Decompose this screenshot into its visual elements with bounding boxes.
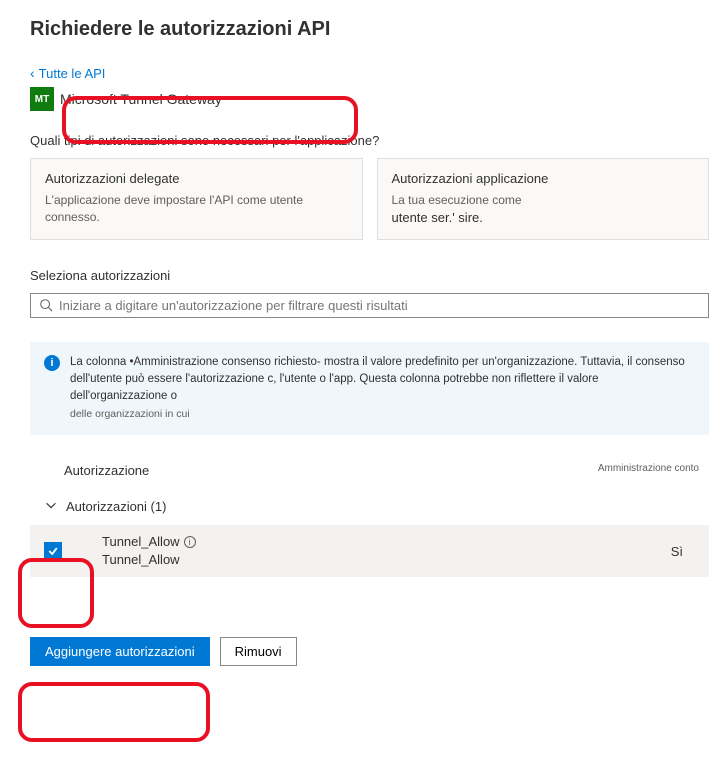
permission-admin-consent-value: Sì — [671, 544, 699, 559]
breadcrumb-all-apis[interactable]: ‹ Tutte le API — [30, 65, 709, 81]
permission-name-cell: Tunnel_Allow i Tunnel_Allow — [102, 533, 671, 569]
col-permission: Autorizzazione — [64, 463, 149, 478]
info-banner: i La colonna •Amministrazione consenso r… — [30, 342, 709, 435]
select-permissions-label: Seleziona autorizzazioni — [30, 268, 709, 283]
application-permissions-card[interactable]: Autorizzazioni applicazione La tua esecu… — [377, 158, 710, 240]
add-permissions-button[interactable]: Aggiungere autorizzazioni — [30, 637, 210, 666]
highlight-add-button — [18, 682, 210, 742]
delegated-card-title: Autorizzazioni delegate — [45, 171, 348, 186]
info-text-small: delle organizzazioni in cui — [70, 408, 190, 420]
breadcrumb-label: Tutte le API — [39, 66, 106, 81]
selected-api: MT Microsoft Tunnel Gateway — [30, 87, 709, 111]
search-icon — [39, 298, 53, 312]
chevron-down-icon — [44, 498, 58, 515]
action-buttons: Aggiungere autorizzazioni Rimuovi — [30, 637, 709, 666]
api-name: Microsoft Tunnel Gateway — [60, 91, 222, 107]
application-card-desc-line1: La tua esecuzione come — [392, 193, 522, 207]
application-card-desc-line2: utente ser.' sire. — [392, 210, 483, 225]
chevron-left-icon: ‹ — [30, 65, 35, 81]
delegated-permissions-card[interactable]: Autorizzazioni delegate L'applicazione d… — [30, 158, 363, 240]
permission-name: Tunnel_Allow — [102, 533, 180, 551]
application-card-title: Autorizzazioni applicazione — [392, 171, 695, 186]
search-input[interactable] — [59, 298, 700, 313]
api-icon: MT — [30, 87, 54, 111]
page-title: Richiedere le autorizzazioni API — [30, 18, 709, 41]
permissions-table-header: Autorizzazione Amministrazione conto — [30, 457, 709, 488]
application-card-desc: La tua esecuzione come utente ser.' sire… — [392, 192, 695, 227]
col-admin-consent: Amministrazione conto — [598, 463, 699, 478]
permission-checkbox[interactable] — [44, 542, 62, 560]
permission-desc: Tunnel_Allow — [102, 551, 671, 569]
permissions-group-toggle[interactable]: Autorizzazioni (1) — [30, 488, 709, 525]
panel-root: Richiedere le autorizzazioni API ‹ Tutte… — [30, 18, 709, 666]
delegated-card-desc: L'applicazione deve impostare l'API come… — [45, 192, 348, 226]
permission-row-tunnel-allow[interactable]: Tunnel_Allow i Tunnel_Allow Sì — [30, 525, 709, 577]
permissions-group-label: Autorizzazioni (1) — [66, 499, 166, 514]
remove-button[interactable]: Rimuovi — [220, 637, 297, 666]
permission-type-question: Quali tipi di autorizzazioni sono necess… — [30, 133, 709, 148]
info-small-icon[interactable]: i — [184, 536, 196, 548]
info-text-main: La colonna •Amministrazione consenso ric… — [70, 356, 685, 403]
search-permissions[interactable] — [30, 293, 709, 318]
info-icon: i — [44, 355, 60, 371]
info-text: La colonna •Amministrazione consenso ric… — [70, 354, 695, 423]
permission-type-cards: Autorizzazioni delegate L'applicazione d… — [30, 158, 709, 240]
